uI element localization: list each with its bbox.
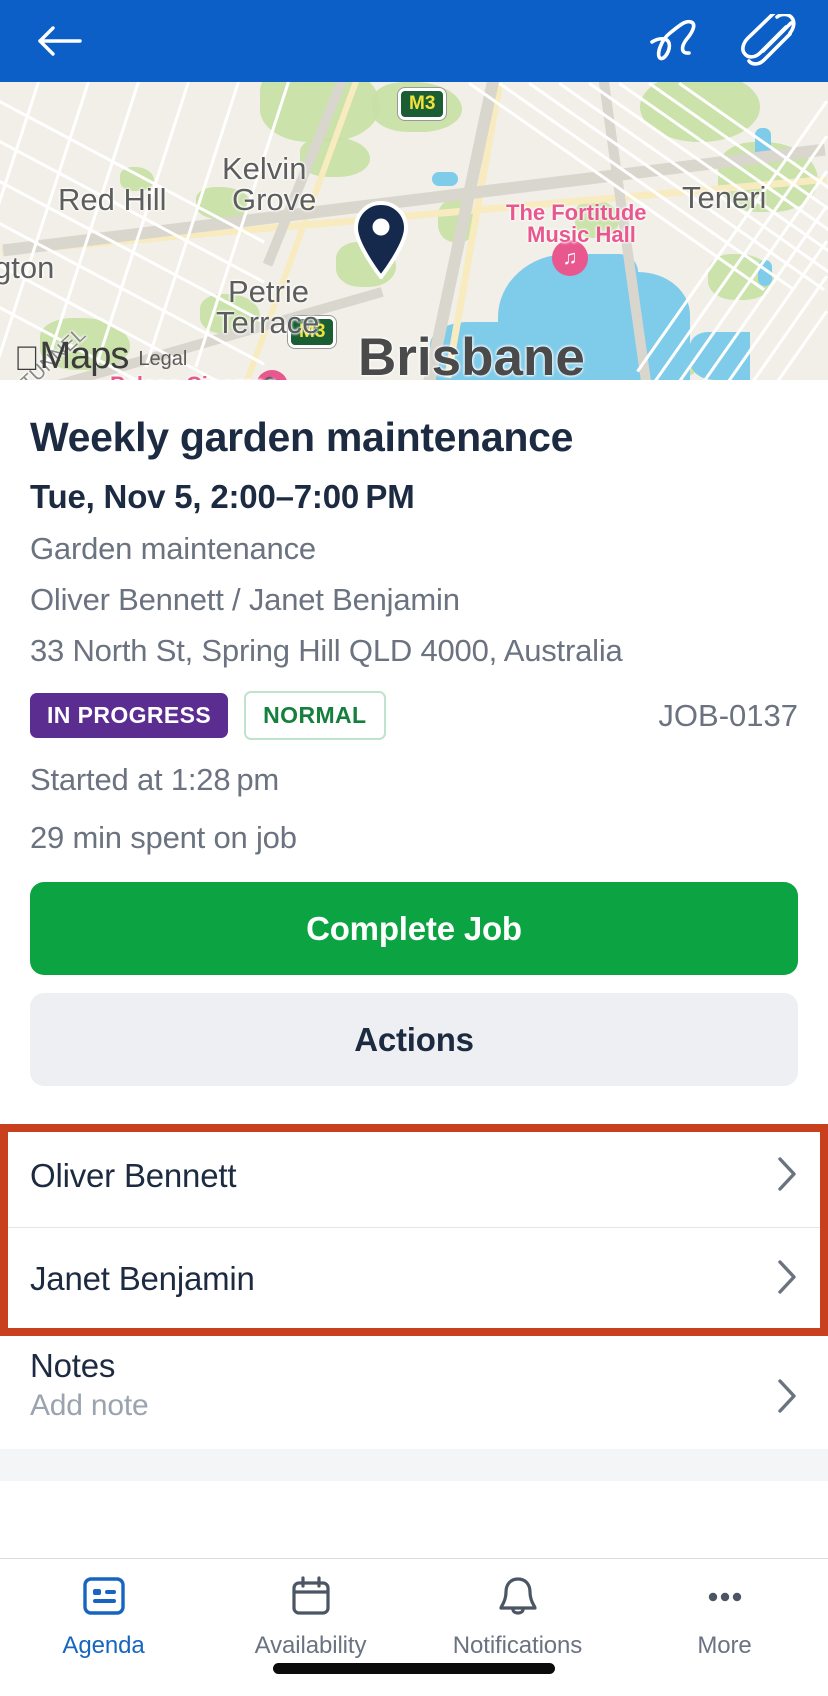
- chevron-right-icon: [776, 1259, 798, 1300]
- app-screen: M3 M3 ♫ 🎥 🛒 Red Hill Kelvin Grove gton P…: [0, 0, 828, 1696]
- notes-label: Notes: [30, 1347, 116, 1385]
- job-badges-row: IN PROGRESS NORMAL JOB-0137: [30, 691, 798, 741]
- map-label: Terrace: [216, 305, 320, 340]
- paperclip-icon[interactable]: [740, 12, 798, 70]
- job-assignees: Oliver Bennett / Janet Benjamin: [30, 582, 460, 618]
- notes-placeholder: Add note: [30, 1389, 149, 1423]
- section-divider: [0, 1449, 828, 1482]
- job-code: JOB-0137: [658, 697, 798, 733]
- map-poi-label: Music Hall: [527, 222, 636, 247]
- location-pin-icon: [352, 200, 410, 284]
- tab-agenda[interactable]: Agenda: [0, 1575, 207, 1660]
- job-time-spent: 29 min spent on job: [30, 820, 297, 856]
- assignee-name: Oliver Bennett: [30, 1157, 237, 1195]
- status-badge: IN PROGRESS: [30, 693, 229, 739]
- calendar-icon: [288, 1575, 334, 1622]
- map-label: Teneri: [682, 180, 767, 215]
- job-title: Weekly garden maintenance: [30, 414, 574, 460]
- assignee-list: Oliver Bennett Janet Benjamin Notes Add …: [0, 1124, 828, 1450]
- bottom-tab-bar: Agenda Availability Notifications More: [0, 1558, 828, 1696]
- tab-label: More: [697, 1632, 752, 1659]
- priority-badge: NORMAL: [244, 691, 386, 741]
- map-attribution:  Maps Legal: [14, 335, 187, 378]
- job-summary: Weekly garden maintenance Tue, Nov 5, 2:…: [0, 380, 828, 1087]
- map-label: Grove: [232, 182, 317, 217]
- tab-more[interactable]: More: [621, 1575, 828, 1660]
- map-label: gton: [0, 250, 55, 285]
- job-type: Garden maintenance: [30, 531, 316, 567]
- maps-provider-label: Maps: [14, 335, 130, 377]
- apple-logo-icon: : [14, 342, 40, 378]
- notes-row[interactable]: Notes Add note: [0, 1331, 828, 1450]
- job-detail-content: Weekly garden maintenance Tue, Nov 5, 2:…: [0, 380, 828, 1558]
- map-legal-link[interactable]: Legal: [138, 348, 187, 378]
- list-item[interactable]: Oliver Bennett: [0, 1125, 828, 1229]
- tab-label: Notifications: [452, 1632, 583, 1659]
- signature-icon[interactable]: [646, 12, 704, 70]
- list-item[interactable]: Janet Benjamin: [0, 1228, 828, 1332]
- map-label: Red Hill: [58, 182, 167, 217]
- chevron-right-icon: [776, 1156, 798, 1197]
- job-schedule: Tue, Nov 5, 2:00–7:00 PM: [30, 478, 415, 516]
- ellipsis-icon: [702, 1575, 748, 1622]
- assignee-name: Janet Benjamin: [30, 1260, 255, 1298]
- job-location-map[interactable]: M3 M3 ♫ 🎥 🛒 Red Hill Kelvin Grove gton P…: [0, 82, 828, 380]
- map-shield: M3: [398, 88, 447, 120]
- back-button[interactable]: [30, 12, 88, 70]
- chevron-right-icon: [776, 1378, 798, 1419]
- assignee-list-section: Oliver Bennett Janet Benjamin Notes Add …: [0, 1124, 828, 1482]
- tab-label: Availability: [254, 1632, 367, 1659]
- agenda-icon: [81, 1575, 127, 1622]
- top-navigation-bar: [0, 0, 828, 82]
- bell-icon: [495, 1575, 541, 1622]
- complete-job-button[interactable]: Complete Job: [30, 882, 798, 976]
- actions-button[interactable]: Actions: [30, 993, 798, 1087]
- tab-notifications[interactable]: Notifications: [414, 1575, 621, 1660]
- job-started-at: Started at 1:28 pm: [30, 762, 280, 798]
- tab-label: Agenda: [62, 1632, 145, 1659]
- top-bar-actions: [646, 12, 798, 70]
- home-indicator: [273, 1663, 555, 1674]
- map-city-label: Brisbane: [358, 328, 585, 380]
- tab-availability[interactable]: Availability: [207, 1575, 414, 1660]
- job-address: 33 North St, Spring Hill QLD 4000, Austr…: [30, 633, 623, 669]
